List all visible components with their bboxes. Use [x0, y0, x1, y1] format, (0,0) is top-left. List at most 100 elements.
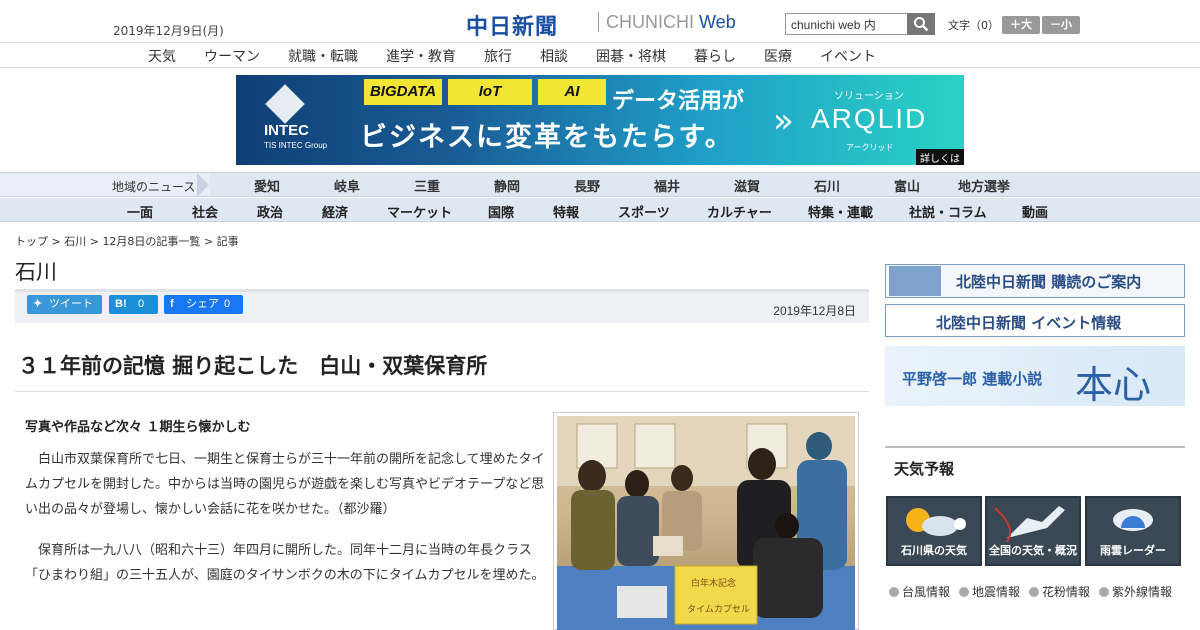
hatena-button[interactable]: B! 0 — [109, 295, 158, 314]
current-date: 2019年12月9日(月) — [113, 24, 224, 38]
cat-economy[interactable]: 経済 — [322, 202, 348, 221]
nav-item-consult[interactable]: 相談 — [540, 46, 568, 66]
breadcrumb-sep: > — [203, 235, 214, 248]
cat-video[interactable]: 動画 — [1022, 202, 1048, 221]
weather-tile-label: 全国の天気・概況 — [989, 544, 1077, 557]
breadcrumb-top[interactable]: トップ — [15, 235, 48, 248]
search-input[interactable] — [785, 13, 908, 35]
subscribe-text: 北陸中日新聞 購読のご案内 — [956, 273, 1142, 291]
breadcrumb-section[interactable]: 石川 — [64, 235, 86, 248]
cat-politics[interactable]: 政治 — [257, 202, 283, 221]
region-gifu[interactable]: 岐阜 — [334, 176, 360, 195]
subscribe-banner[interactable]: 北陸中日新聞 購読のご案内 — [885, 264, 1185, 298]
ad-product-kana: アークリッド — [846, 143, 894, 152]
logo-divider — [598, 12, 599, 32]
hatena-count: 0 — [138, 298, 145, 310]
site-logo-sub[interactable]: CHUNICHI Web — [606, 12, 736, 33]
ad-line2: ビジネスに変革をもたらす。 — [360, 122, 734, 153]
weather-tile-label: 石川県の天気 — [901, 544, 967, 557]
facebook-share-label: シェア — [186, 298, 219, 310]
nav-item-jobs[interactable]: 就職・転職 — [288, 46, 358, 66]
typhoon-link[interactable]: 台風情報 — [889, 583, 950, 600]
novel-banner[interactable]: 平野啓一郎 連載小説 本心 — [885, 346, 1185, 407]
logo-sub-text: CHUNICHI — [606, 12, 694, 32]
cat-market[interactable]: マーケット — [387, 202, 452, 221]
cat-society[interactable]: 社会 — [192, 202, 218, 221]
newspaper-icon — [889, 266, 941, 296]
tweet-button[interactable]: ✦ ツイート — [27, 295, 102, 314]
typhoon-link-label: 台風情報 — [902, 585, 951, 599]
region-mie[interactable]: 三重 — [414, 176, 440, 195]
article-lede: 写真や作品など次々 １期生ら懐かしむ — [25, 420, 251, 435]
photo-sign-text-2: タイムカプセル — [687, 604, 750, 615]
font-smaller-button[interactable]: －小 — [1042, 16, 1080, 34]
article-photo[interactable]: 白年木記念 タイムカプセル — [553, 412, 859, 630]
chevron-right-icon: » — [773, 101, 794, 141]
ad-more-link[interactable]: 詳しくは — [916, 149, 964, 165]
breadcrumb-list[interactable]: 12月8日の記事一覧 — [102, 235, 200, 248]
site-logo[interactable]: 中日新聞 — [466, 9, 558, 41]
ad-line1: データ活用が — [612, 89, 745, 114]
nav-item-woman[interactable]: ウーマン — [204, 46, 260, 66]
ad-banner[interactable]: INTEC TIS INTEC Group BIGDATA IoT AI データ… — [236, 75, 964, 165]
nav-item-go-shogi[interactable]: 囲碁・将棋 — [596, 46, 666, 66]
nav-item-education[interactable]: 進学・教育 — [386, 46, 456, 66]
nav-item-weather[interactable]: 天気 — [148, 46, 176, 66]
weather-tile-national[interactable]: 全国の天気・概況 — [985, 496, 1081, 566]
region-fukui[interactable]: 福井 — [654, 176, 680, 195]
weather-tile-ishikawa[interactable]: 石川県の天気 — [886, 496, 982, 566]
cat-sports[interactable]: スポーツ — [618, 202, 670, 221]
tweet-label: ツイート — [49, 298, 93, 310]
top-header: 2019年12月9日(月) 中日新聞 CHUNICHI Web 文字（0） ＋大… — [0, 0, 1200, 42]
facebook-icon: f — [170, 298, 174, 310]
events-banner[interactable]: 北陸中日新聞 イベント情報 — [885, 304, 1185, 337]
region-toyama[interactable]: 富山 — [894, 176, 920, 195]
cat-editorial[interactable]: 社説・コラム — [909, 202, 987, 221]
photo-sign-text: 白年木記念 — [691, 577, 736, 589]
ad-product: ARQLID — [811, 103, 928, 134]
search-icon — [914, 17, 929, 32]
cat-special-report[interactable]: 特報 — [553, 202, 579, 221]
nav-item-event[interactable]: イベント — [820, 46, 876, 66]
category-nav: 一面 社会 政治 経済 マーケット 国際 特報 スポーツ カルチャー 特集・連載… — [0, 198, 1200, 222]
headline-divider — [15, 391, 869, 392]
nav-item-living[interactable]: 暮らし — [694, 46, 736, 66]
bullet-icon — [1099, 587, 1109, 597]
ad-tag-iot: IoT — [448, 79, 532, 105]
ad-company-sub: TIS INTEC Group — [264, 141, 328, 150]
font-larger-button[interactable]: ＋大 — [1002, 16, 1040, 34]
weather-map-icon — [994, 506, 1065, 543]
ad-company: INTEC — [264, 122, 309, 139]
logo-web-text: Web — [699, 12, 736, 32]
article-date: 2019年12月8日 — [773, 304, 856, 318]
article-paragraph: 保育所は一九八八（昭和六十三）年四月に開所した。同年十二月に当時の年長クラス「ひ… — [25, 543, 545, 583]
region-shiga[interactable]: 滋賀 — [734, 176, 760, 195]
region-elections[interactable]: 地方選挙 — [958, 176, 1010, 195]
novel-title: 本心 — [1075, 363, 1152, 407]
service-nav: 天気 ウーマン 就職・転職 進学・教育 旅行 相談 囲碁・将棋 暮らし 医療 イ… — [0, 42, 1200, 68]
weather-tile-radar[interactable]: 雨雲レーダー — [1085, 496, 1181, 566]
ad-tag-bigdata: BIGDATA — [364, 79, 442, 105]
cat-front[interactable]: 一面 — [127, 202, 153, 221]
photo-illustration: 白年木記念 タイムカプセル — [557, 416, 855, 630]
font-size-label: 文字（0） — [948, 19, 999, 32]
uv-link[interactable]: 紫外線情報 — [1099, 583, 1172, 600]
ad-tag-ai: AI — [538, 79, 606, 105]
region-aichi[interactable]: 愛知 — [254, 176, 280, 195]
nav-item-medical[interactable]: 医療 — [764, 46, 792, 66]
sun-cloud-icon — [906, 508, 966, 536]
region-ishikawa[interactable]: 石川 — [814, 176, 840, 195]
region-nagano[interactable]: 長野 — [574, 176, 600, 195]
earthquake-link[interactable]: 地震情報 — [959, 583, 1020, 600]
search-button[interactable] — [907, 13, 935, 35]
article-headline: ３１年前の記憶 掘り起こした 白山・双葉保育所 — [18, 354, 488, 378]
cat-features[interactable]: 特集・連載 — [808, 202, 873, 221]
nav-item-travel[interactable]: 旅行 — [484, 46, 512, 66]
cat-international[interactable]: 国際 — [488, 202, 514, 221]
cat-culture[interactable]: カルチャー — [707, 202, 772, 221]
region-shizuoka[interactable]: 静岡 — [494, 176, 520, 195]
pollen-link[interactable]: 花粉情報 — [1029, 583, 1090, 600]
rain-cloud-icon — [1113, 509, 1153, 531]
facebook-share-button[interactable]: f シェア 0 — [164, 295, 243, 314]
intec-logo-icon — [265, 84, 305, 124]
